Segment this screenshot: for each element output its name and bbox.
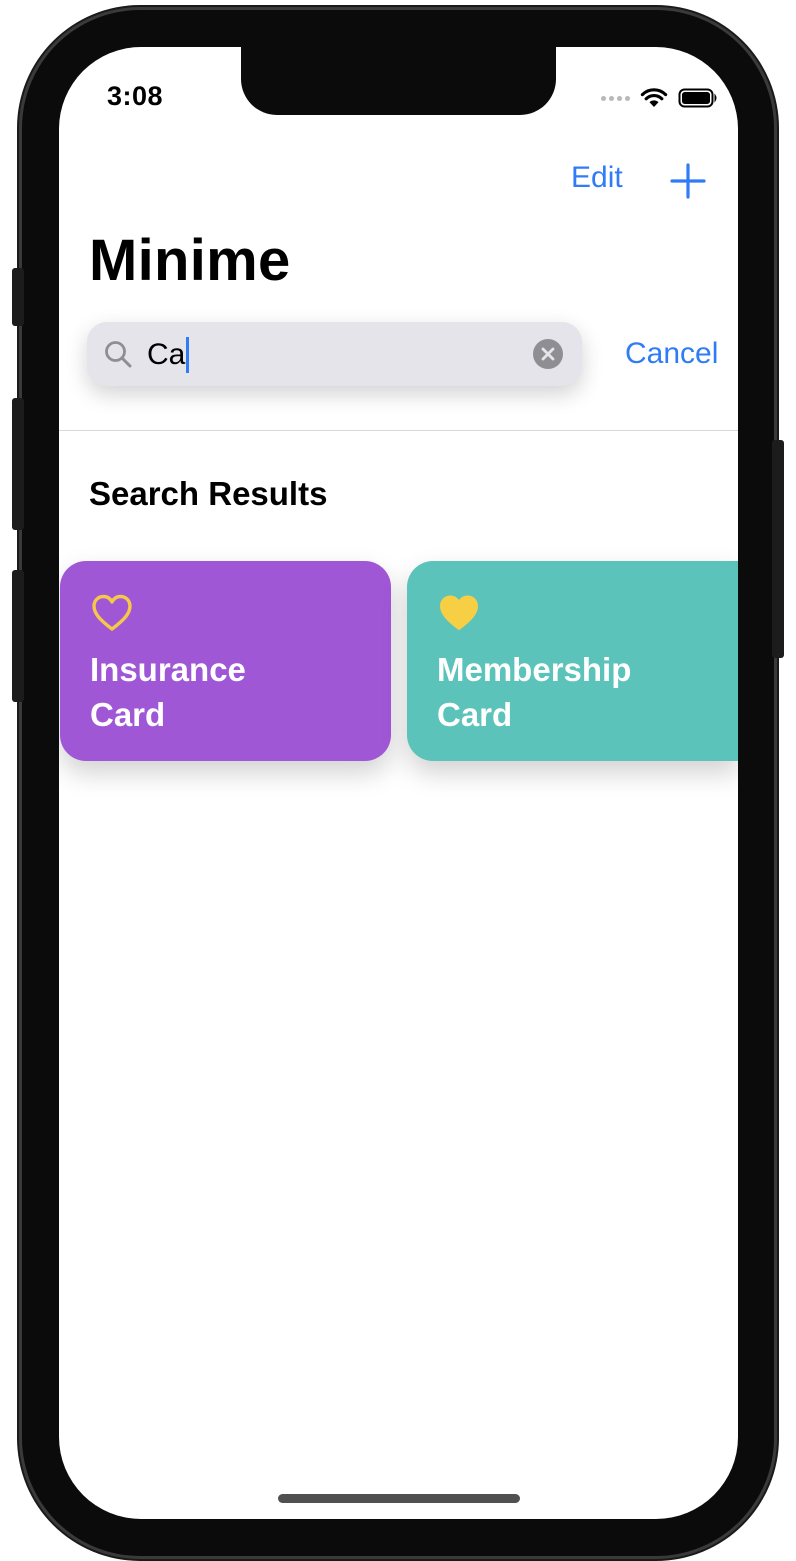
app-screen: 3:08 Edit Minime Ca Cancel Search Result…: [59, 47, 738, 1519]
volume-up-button: [12, 398, 24, 530]
add-button-plus-icon[interactable]: [668, 161, 708, 201]
card-title-line: Membership: [437, 651, 632, 688]
section-title: Search Results: [89, 475, 328, 512]
card-insurance[interactable]: Insurance Card: [60, 561, 391, 761]
battery-icon: [678, 88, 717, 108]
page-title: Minime: [89, 228, 291, 293]
search-input[interactable]: Ca: [147, 337, 190, 373]
heart-filled-icon[interactable]: [437, 591, 481, 635]
edit-button[interactable]: Edit: [571, 161, 623, 195]
card-title-line: Card: [90, 696, 166, 733]
status-icons: [601, 87, 718, 109]
volume-down-button: [12, 570, 24, 702]
card-title-line: Card: [437, 696, 513, 733]
heart-outline-icon[interactable]: [90, 591, 134, 635]
card-title-line: Insurance: [90, 651, 246, 688]
search-input-value: Ca: [147, 338, 186, 371]
notch: [241, 47, 556, 115]
home-indicator[interactable]: [278, 1494, 520, 1503]
wifi-icon: [640, 88, 668, 107]
cellular-signal-icon: [601, 95, 630, 101]
card-title: Insurance Card: [90, 647, 350, 737]
search-field[interactable]: Ca: [87, 322, 582, 386]
status-time: 3:08: [107, 81, 164, 111]
text-caret: [186, 337, 190, 373]
card-membership[interactable]: Membership Card: [407, 561, 738, 761]
divider: [59, 430, 738, 431]
power-button: [772, 440, 784, 658]
card-title: Membership Card: [437, 647, 697, 737]
mute-switch: [12, 268, 24, 326]
search-icon: [105, 341, 132, 368]
cancel-button[interactable]: Cancel: [625, 337, 718, 371]
clear-search-icon[interactable]: [532, 338, 564, 370]
